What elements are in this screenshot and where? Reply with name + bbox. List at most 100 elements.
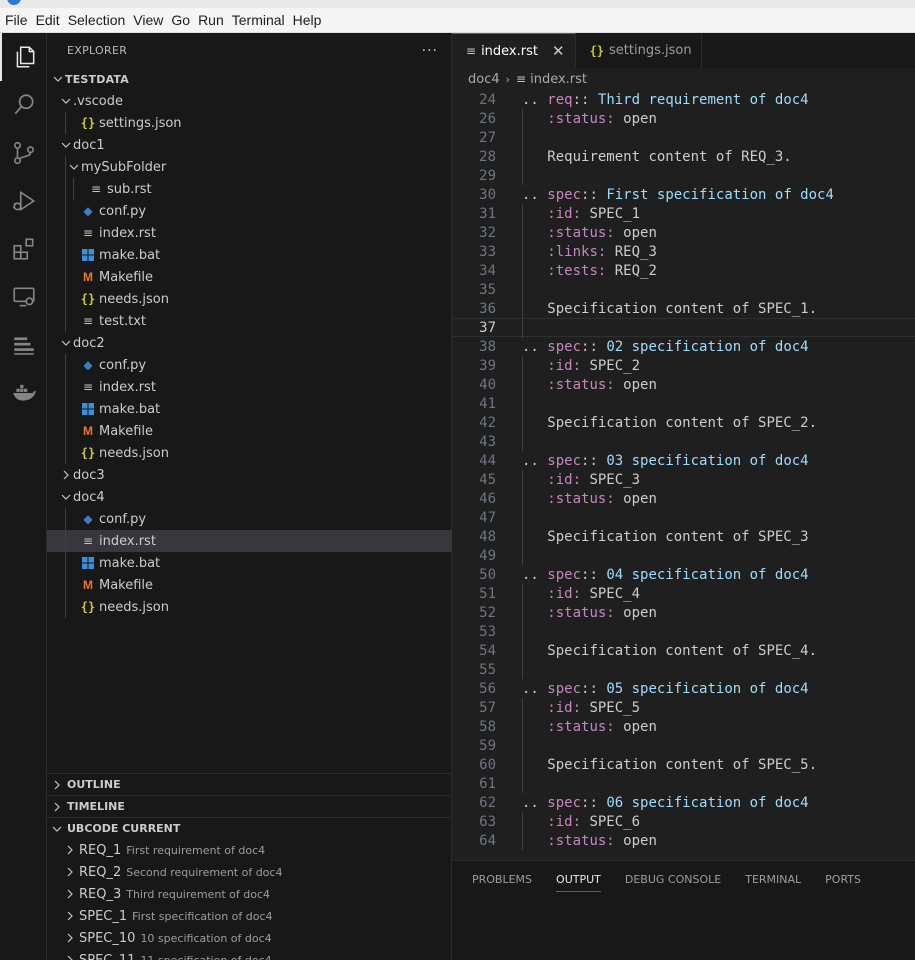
more-actions-icon[interactable]: ··· (422, 43, 438, 59)
tree-file[interactable]: ≡ index.rst (47, 376, 452, 398)
option-value: open (623, 604, 657, 621)
tree-file[interactable]: M Makefile (47, 266, 452, 288)
panel-tab-debug-console[interactable]: DEBUG CONSOLE (625, 868, 721, 890)
option-name: :status: (547, 604, 615, 621)
directive-name: spec (547, 452, 582, 469)
directive-name: spec (547, 338, 582, 355)
tree-folder[interactable]: mySubFolder (47, 156, 452, 178)
tree-file[interactable]: make.bat (47, 398, 452, 420)
line-number: 35 (479, 281, 496, 298)
tree-file[interactable]: ◆ conf.py (47, 200, 452, 222)
tree-folder[interactable]: doc3 (47, 464, 452, 486)
timeline-section[interactable]: TIMELINE (47, 795, 452, 817)
ubcode-icon[interactable] (0, 321, 47, 369)
menu-edit[interactable]: Edit (36, 12, 67, 28)
indent-guide (65, 288, 66, 310)
tree-file[interactable]: ≡ index.rst (47, 530, 452, 552)
code-line: 35 (452, 280, 915, 299)
code-line: 33 :links: REQ_3 (452, 242, 915, 261)
need-id: SPEC_1 (79, 908, 128, 924)
code-line: 60 Specification content of SPEC_5. (452, 755, 915, 774)
indent-guide (65, 354, 66, 376)
option-name: :id: (547, 357, 582, 374)
indent-guide (522, 394, 523, 413)
ubcode-need-item[interactable]: SPEC_1 First specification of doc4 (47, 905, 452, 927)
explorer-icon[interactable] (0, 33, 47, 81)
tree-file[interactable]: ◆ conf.py (47, 508, 452, 530)
code-line: 47 (452, 508, 915, 527)
line-number: 44 (479, 452, 496, 469)
code-text: :status: open (522, 719, 657, 735)
option-value: open (623, 490, 657, 507)
chevron-right-icon (47, 802, 67, 812)
directive-title: First specification of doc4 (606, 186, 834, 203)
tree-file[interactable]: {} needs.json (47, 288, 452, 310)
tree-file[interactable]: M Makefile (47, 574, 452, 596)
menu-file[interactable]: File (5, 12, 35, 28)
tree-file[interactable]: ≡ test.txt (47, 310, 452, 332)
need-id: REQ_1 (79, 842, 122, 858)
tree-file[interactable]: make.bat (47, 244, 452, 266)
search-icon[interactable] (0, 81, 47, 129)
ubcode-need-item[interactable]: REQ_2 Second requirement of doc4 (47, 861, 452, 883)
ubcode-need-item[interactable]: REQ_1 First requirement of doc4 (47, 839, 452, 861)
menu-view[interactable]: View (133, 12, 170, 28)
breadcrumb-folder[interactable]: doc4 (468, 72, 500, 87)
panel-tab-ports[interactable]: PORTS (825, 868, 861, 890)
source-control-icon[interactable] (0, 129, 47, 177)
option-name: :id: (547, 471, 582, 488)
tree-folder[interactable]: doc4 (47, 486, 452, 508)
menu-run[interactable]: Run (198, 12, 231, 28)
close-icon[interactable]: ✕ (552, 42, 565, 60)
tree-folder[interactable]: doc2 (47, 332, 452, 354)
breadcrumb: doc4 › ≡ index.rst (468, 68, 587, 90)
directive-title: Third requirement of doc4 (597, 91, 809, 108)
remote-explorer-icon[interactable] (0, 273, 47, 321)
tree-file[interactable]: {} settings.json (47, 112, 452, 134)
tab-settings-json[interactable]: {} settings.json (575, 33, 702, 68)
panel-tab-problems[interactable]: PROBLEMS (472, 868, 532, 890)
tree-file[interactable]: {} needs.json (47, 442, 452, 464)
tree-file[interactable]: ◆ conf.py (47, 354, 452, 376)
menu-selection[interactable]: Selection (68, 12, 133, 28)
indent-guide (522, 319, 523, 338)
tree-file[interactable]: ≡ index.rst (47, 222, 452, 244)
breadcrumb-file[interactable]: index.rst (530, 72, 587, 87)
code-editor[interactable]: 24.. req:: Third requirement of doc4 26 :… (452, 90, 915, 860)
panel-tab-output[interactable]: OUTPUT (556, 868, 601, 892)
tree-folder[interactable]: doc1 (47, 134, 452, 156)
ubcode-current-section[interactable]: UBCODE CURRENT (47, 817, 452, 839)
tree-file[interactable]: M Makefile (47, 420, 452, 442)
docker-icon[interactable] (0, 369, 47, 417)
option-name: :links: (547, 243, 607, 260)
menu-help[interactable]: Help (293, 12, 329, 28)
panel-tab-terminal[interactable]: TERMINAL (745, 868, 801, 890)
directive-marker: .. (522, 91, 548, 108)
tree-root[interactable]: TESTDATA (47, 68, 452, 90)
tree-file[interactable]: {} needs.json (47, 596, 452, 618)
run-debug-icon[interactable] (0, 177, 47, 225)
option-value: open (623, 224, 657, 241)
ubcode-need-item[interactable]: SPEC_10 10 specification of doc4 (47, 927, 452, 949)
outline-section[interactable]: OUTLINE (47, 773, 452, 795)
indent-guide (65, 376, 66, 398)
menu-go[interactable]: Go (171, 12, 197, 28)
option-name: :status: (547, 490, 615, 507)
directive-name: spec (547, 680, 582, 697)
ubcode-need-item[interactable]: SPEC_11 11 specification of doc4 (47, 949, 452, 960)
tree-folder[interactable]: .vscode (47, 90, 452, 112)
indent-guide (65, 442, 66, 464)
code-text: :status: open (522, 605, 657, 621)
menu-terminal[interactable]: Terminal (232, 12, 292, 28)
line-number: 48 (479, 528, 496, 545)
extensions-icon[interactable] (0, 225, 47, 273)
code-text: :status: open (522, 491, 657, 507)
tree-file[interactable]: ≡ sub.rst (47, 178, 452, 200)
editor-tabs: ≡ index.rst ✕ {} settings.json (452, 33, 915, 68)
tree-file[interactable]: make.bat (47, 552, 452, 574)
ubcode-need-item[interactable]: REQ_3 Third requirement of doc4 (47, 883, 452, 905)
tab-index-rst[interactable]: ≡ index.rst ✕ (452, 33, 576, 68)
indent-guide (65, 156, 66, 178)
